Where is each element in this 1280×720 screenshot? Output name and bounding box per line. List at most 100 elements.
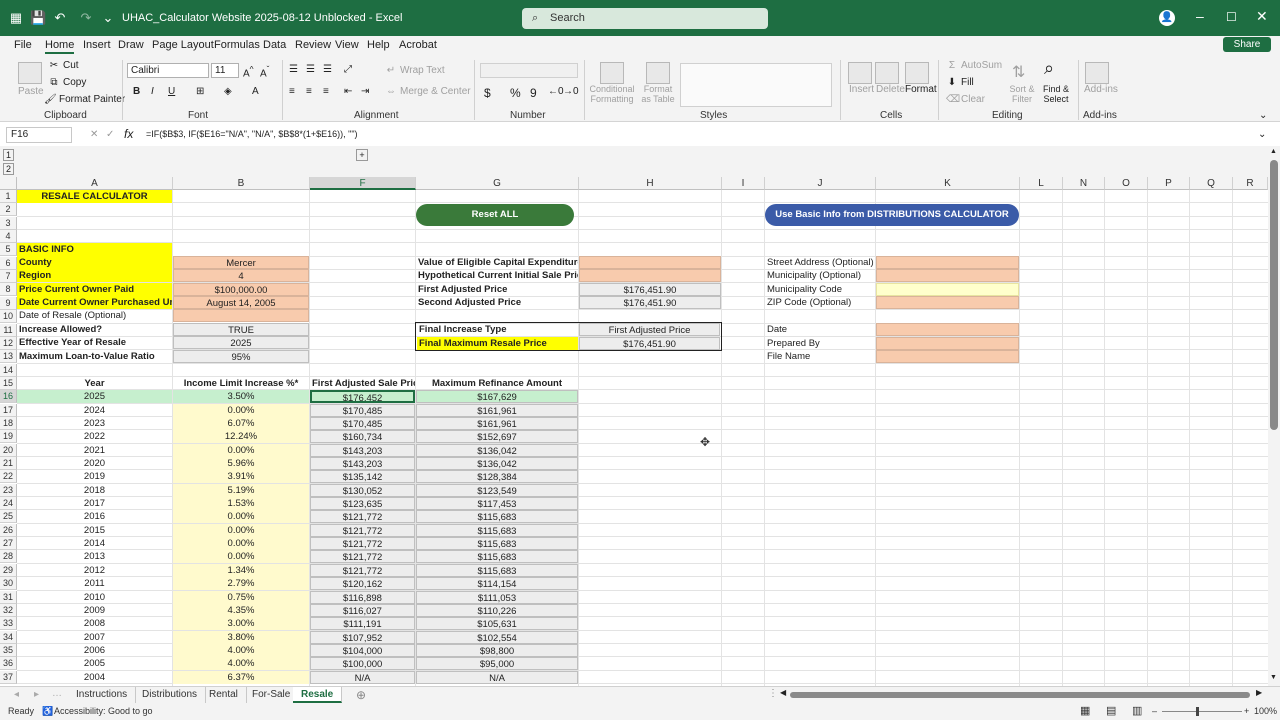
- col-header-a[interactable]: A: [17, 177, 173, 190]
- accessibility-status[interactable]: Accessibility: Good to go: [54, 703, 153, 720]
- col-header-p[interactable]: P: [1148, 177, 1190, 190]
- reset-all-button[interactable]: Reset ALL: [416, 204, 574, 226]
- format-painter-button[interactable]: 🖌 Format Painter: [44, 94, 125, 105]
- date-resale-field[interactable]: [173, 309, 309, 322]
- menu-data[interactable]: Data: [263, 39, 286, 51]
- undo-icon[interactable]: ↶: [52, 10, 68, 26]
- row-header[interactable]: 27: [0, 537, 17, 550]
- sort-filter-icon[interactable]: ⇅: [1012, 62, 1025, 82]
- outline-level-2[interactable]: 2: [3, 163, 14, 175]
- scroll-up-icon[interactable]: ▲: [1270, 148, 1277, 155]
- vertical-scrollbar[interactable]: ▲ ▼: [1268, 146, 1280, 686]
- first-adjusted-price-cell[interactable]: $116,898: [310, 591, 415, 604]
- menu-help[interactable]: Help: [367, 39, 390, 51]
- insert-cells-icon[interactable]: [848, 62, 872, 84]
- first-adjusted-price-cell[interactable]: $111,191: [310, 617, 415, 630]
- row-header[interactable]: 4: [0, 230, 17, 243]
- sort-filter-button[interactable]: Sort & Filter: [1006, 84, 1038, 104]
- format-as-table-icon[interactable]: [646, 62, 670, 84]
- col-header-h[interactable]: H: [579, 177, 722, 190]
- first-adjusted-price-cell[interactable]: $170,485: [310, 417, 415, 430]
- col-header-k[interactable]: K: [876, 177, 1020, 190]
- qat-dropdown-icon[interactable]: ⌄: [100, 10, 116, 26]
- row-header[interactable]: 23: [0, 484, 17, 497]
- increase-indent-icon[interactable]: ⇥: [361, 86, 369, 97]
- zoom-slider[interactable]: [1162, 711, 1242, 712]
- increase-percent-cell[interactable]: 1.53%: [173, 497, 309, 510]
- clear-button[interactable]: ⌫Clear: [946, 94, 985, 105]
- increase-decimal-icon[interactable]: ←0: [548, 86, 564, 97]
- shrink-font-icon[interactable]: Aˇ: [260, 64, 269, 79]
- capex-field[interactable]: [579, 256, 721, 269]
- menu-acrobat[interactable]: Acrobat: [399, 39, 437, 51]
- format-cells-button[interactable]: Format: [905, 84, 937, 95]
- horizontal-scroll-thumb[interactable]: [790, 692, 1250, 698]
- align-center-icon[interactable]: ≡: [306, 86, 312, 97]
- save-icon[interactable]: 💾: [30, 10, 46, 26]
- col-header-o[interactable]: O: [1105, 177, 1148, 190]
- fill-color-icon[interactable]: ◈: [224, 86, 232, 97]
- formula-input[interactable]: =IF($B$3, IF($E16="N/A", "N/A", $B$8*(1+…: [146, 129, 358, 139]
- increase-percent-cell[interactable]: 5.96%: [173, 457, 309, 470]
- align-right-icon[interactable]: ≡: [323, 86, 329, 97]
- row-header[interactable]: 32: [0, 604, 17, 617]
- decrease-decimal-icon[interactable]: →0: [563, 86, 579, 97]
- increase-percent-cell[interactable]: 6.07%: [173, 417, 309, 430]
- tab-distributions[interactable]: Distributions: [134, 687, 207, 703]
- increase-percent-cell[interactable]: 3.00%: [173, 617, 309, 630]
- increase-percent-cell[interactable]: 4.00%: [173, 657, 309, 670]
- row-header[interactable]: 14: [0, 364, 17, 377]
- conditional-formatting-button[interactable]: Conditional Formatting: [588, 84, 636, 104]
- outline-level-1[interactable]: 1: [3, 149, 14, 161]
- col-header-g[interactable]: G: [416, 177, 579, 190]
- scroll-right-icon[interactable]: ▶: [1256, 688, 1262, 697]
- align-bottom-icon[interactable]: ☰: [323, 64, 332, 75]
- row-header[interactable]: 2: [0, 203, 17, 216]
- minimize-icon[interactable]: –: [1196, 8, 1204, 24]
- row-header[interactable]: 37: [0, 671, 17, 684]
- date-field[interactable]: [876, 323, 1019, 336]
- increase-percent-cell[interactable]: 5.19%: [173, 484, 309, 497]
- price-paid-field[interactable]: $100,000.00: [173, 283, 309, 296]
- number-format-select[interactable]: [480, 63, 578, 78]
- row-header[interactable]: 29: [0, 564, 17, 577]
- decrease-indent-icon[interactable]: ⇤: [344, 86, 352, 97]
- delete-cells-icon[interactable]: [875, 62, 899, 84]
- collapse-ribbon-icon[interactable]: ⌄: [1259, 110, 1267, 121]
- tab-instructions[interactable]: Instructions: [68, 687, 137, 703]
- expand-formula-icon[interactable]: ⌄: [1258, 129, 1266, 140]
- first-adjusted-price-cell[interactable]: $143,203: [310, 444, 415, 457]
- zip-field[interactable]: [876, 296, 1019, 309]
- row-header[interactable]: 36: [0, 657, 17, 670]
- row-header[interactable]: 34: [0, 631, 17, 644]
- addins-icon[interactable]: [1085, 62, 1109, 84]
- find-icon[interactable]: ⌕: [1044, 58, 1054, 79]
- date-purchased-field[interactable]: August 14, 2005: [173, 296, 309, 309]
- maximize-icon[interactable]: ☐: [1226, 10, 1237, 24]
- currency-icon[interactable]: $: [484, 86, 491, 100]
- borders-icon[interactable]: ⊞: [196, 86, 204, 97]
- col-header-i[interactable]: I: [722, 177, 765, 190]
- tab-for-sale[interactable]: For-Sale: [244, 687, 300, 703]
- cut-button[interactable]: ✂ Cut: [48, 60, 79, 71]
- redo-icon[interactable]: ↷: [78, 10, 94, 26]
- cancel-icon[interactable]: ✕: [90, 129, 98, 140]
- percent-icon[interactable]: %: [510, 86, 521, 100]
- row-header[interactable]: 22: [0, 470, 17, 483]
- increase-percent-cell[interactable]: 3.91%: [173, 470, 309, 483]
- col-header-q[interactable]: Q: [1190, 177, 1233, 190]
- first-adjusted-price-cell[interactable]: $130,052: [310, 484, 415, 497]
- increase-percent-cell[interactable]: 2.79%: [173, 577, 309, 590]
- vertical-scroll-thumb[interactable]: [1270, 160, 1278, 430]
- county-field[interactable]: Mercer: [173, 256, 309, 269]
- addins-button[interactable]: Add-ins: [1084, 84, 1118, 95]
- first-adjusted-price-cell[interactable]: $121,772: [310, 510, 415, 523]
- first-adjusted-price-cell[interactable]: $176,452: [310, 390, 415, 403]
- underline-icon[interactable]: U: [168, 86, 175, 97]
- first-adjusted-price-cell[interactable]: $121,772: [310, 564, 415, 577]
- first-adjusted-price-cell[interactable]: $170,485: [310, 404, 415, 417]
- find-select-button[interactable]: Find & Select: [1040, 84, 1072, 104]
- row-header[interactable]: 18: [0, 417, 17, 430]
- autosum-button[interactable]: Σ AutoSum: [946, 60, 1002, 71]
- increase-percent-cell[interactable]: 0.00%: [173, 404, 309, 417]
